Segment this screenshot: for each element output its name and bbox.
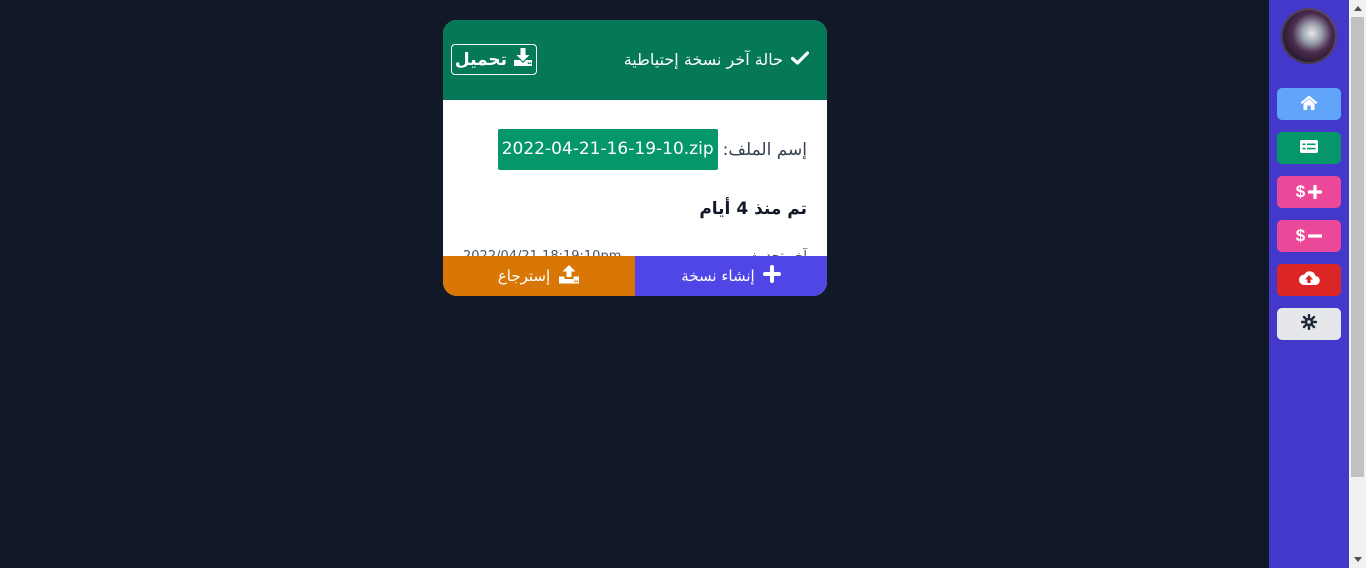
table-icon — [1299, 139, 1319, 158]
sidebar-item-add-income[interactable]: $ — [1277, 176, 1341, 208]
subtract-money-icon: $ — [1295, 226, 1323, 245]
backup-age-text: تم منذ 4 أيام — [699, 199, 807, 219]
gear-icon — [1300, 313, 1318, 334]
backup-status-card: حالة آخر نسخة إحتياطية تحميل إسم الملف: — [443, 20, 827, 296]
sidebar-item-table[interactable] — [1277, 132, 1341, 164]
sidebar-item-add-expense[interactable]: $ — [1277, 220, 1341, 252]
filename-label: إسم الملف: — [722, 139, 807, 160]
cloud-upload-icon — [1298, 270, 1320, 290]
scrollbar-thumb[interactable] — [1351, 17, 1364, 477]
sidebar-item-home[interactable] — [1277, 88, 1341, 120]
filename-value: 2022-04-21-16-19-10.zip — [497, 129, 718, 170]
scroll-up-icon[interactable] — [1349, 0, 1366, 17]
card-header: حالة آخر نسخة إحتياطية تحميل — [443, 20, 827, 100]
restore-button[interactable]: إسترجاع — [443, 256, 635, 296]
sidebar-item-backup[interactable] — [1277, 264, 1341, 296]
create-backup-button[interactable]: إنشاء نسخة — [635, 256, 827, 296]
status-title: حالة آخر نسخة إحتياطية — [623, 50, 810, 69]
create-backup-label: إنشاء نسخة — [681, 267, 755, 285]
plus-icon — [762, 265, 781, 287]
filename-row: إسم الملف: 2022-04-21-16-19-10.zip — [497, 129, 807, 170]
upload-icon — [558, 264, 580, 288]
home-icon — [1299, 94, 1319, 115]
scroll-down-icon[interactable] — [1349, 551, 1366, 568]
restore-label: إسترجاع — [497, 267, 551, 285]
add-money-icon: $ — [1296, 182, 1323, 202]
status-title-text: حالة آخر نسخة إحتياطية — [623, 50, 783, 69]
vertical-scrollbar[interactable] — [1349, 0, 1366, 568]
avatar[interactable] — [1281, 8, 1337, 64]
download-icon — [513, 47, 533, 72]
sidebar: $ $ — [1269, 0, 1349, 568]
sidebar-item-settings[interactable] — [1277, 308, 1341, 340]
download-button[interactable]: تحميل — [451, 44, 537, 75]
check-icon — [790, 50, 810, 69]
page: حالة آخر نسخة إحتياطية تحميل إسم الملف: — [0, 0, 1366, 568]
card-body: إسم الملف: 2022-04-21-16-19-10.zip تم من… — [443, 100, 827, 276]
download-label: تحميل — [454, 49, 508, 70]
